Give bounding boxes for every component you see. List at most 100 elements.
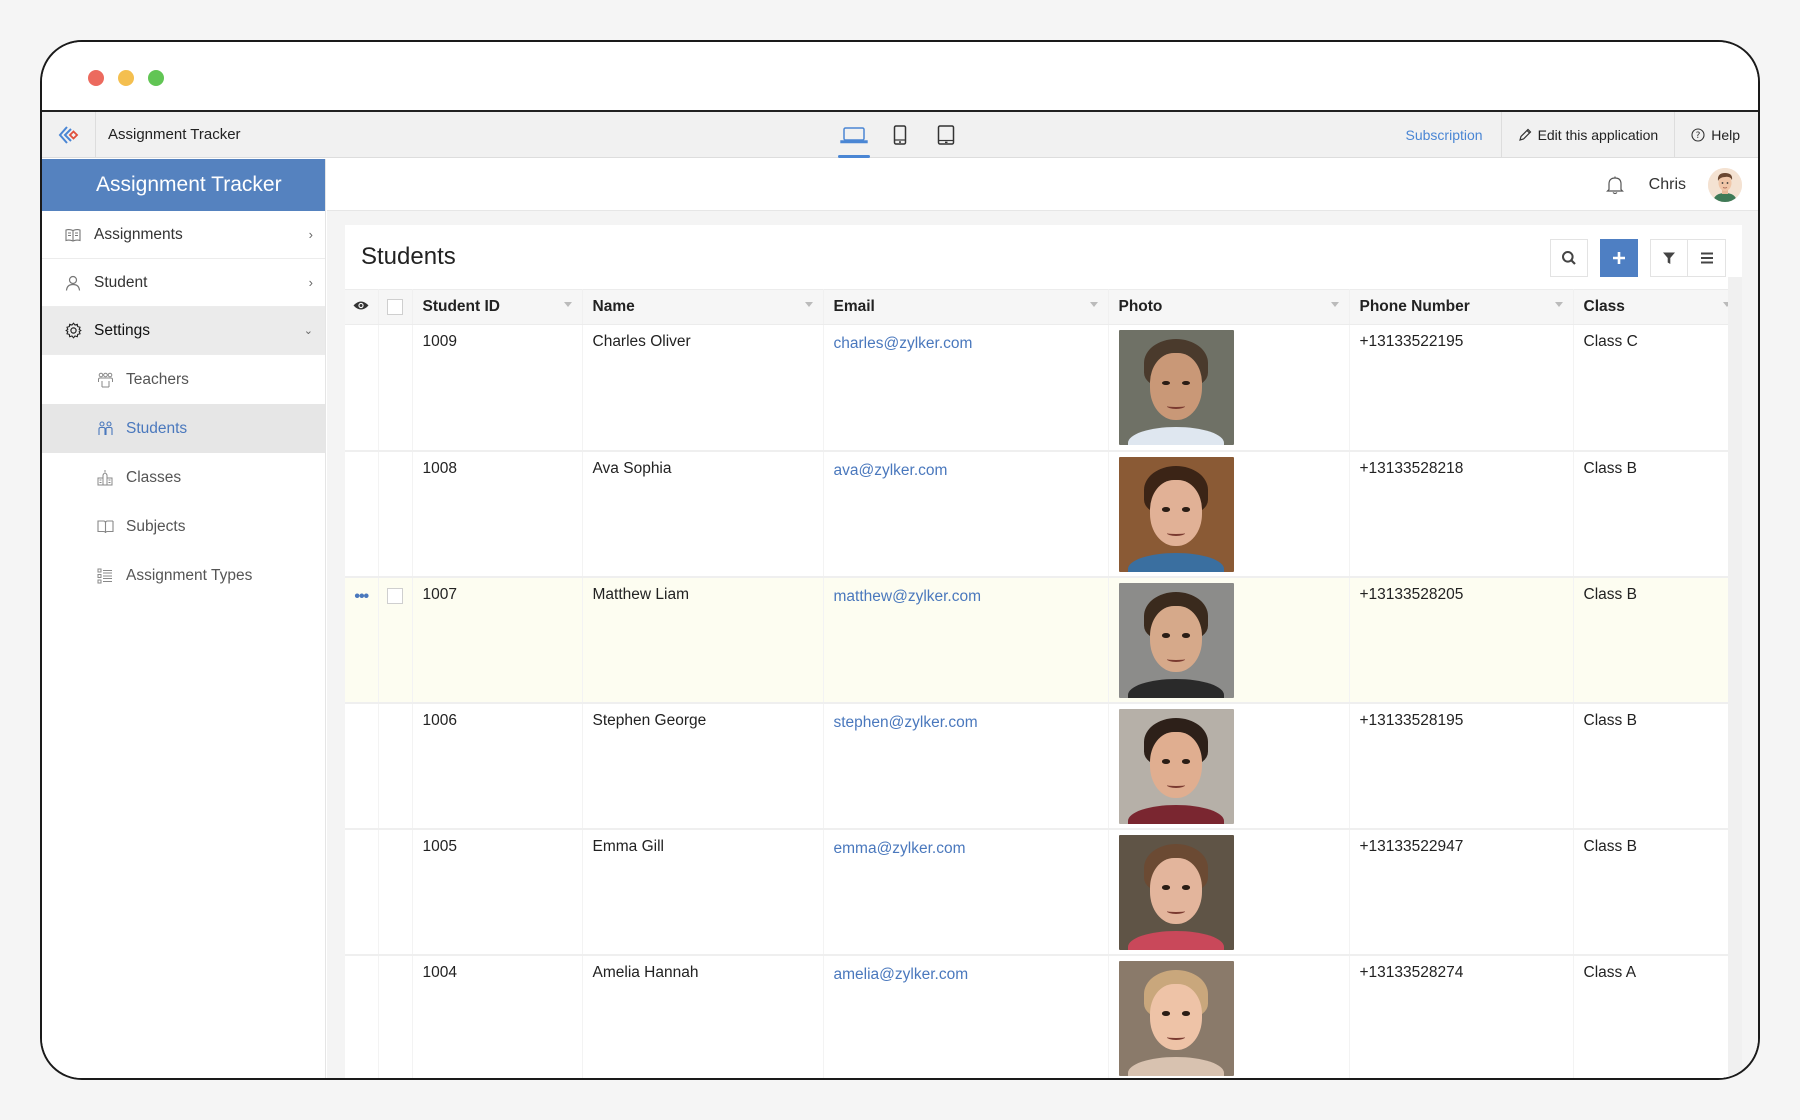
help-circle-icon: ?: [1691, 128, 1705, 142]
sort-dropdown-icon[interactable]: [563, 302, 572, 307]
cell-class: Class B: [1573, 702, 1742, 830]
student-photo[interactable]: [1118, 456, 1234, 572]
email-link[interactable]: amelia@zylker.com: [834, 966, 969, 984]
sidebar-item-assignments[interactable]: Assignments ›: [42, 211, 325, 259]
row-actions-cell: [345, 324, 379, 452]
sidebar-item-label: Subjects: [126, 517, 186, 535]
students-table: Student ID Name Email Photo Phone Number…: [345, 289, 1742, 1078]
sidebar-item-classes[interactable]: Classes: [42, 453, 325, 502]
cell-student-id: 1009: [412, 324, 583, 452]
search-button[interactable]: [1550, 239, 1588, 277]
group-icon: [96, 371, 114, 389]
row-checkbox[interactable]: [387, 588, 403, 605]
report-header: Students: [345, 225, 1742, 289]
filter-button[interactable]: [1650, 239, 1688, 277]
row-select-cell: [378, 576, 413, 704]
user-name: Chris: [1648, 175, 1686, 193]
cell-photo: [1108, 828, 1350, 956]
students-report: Students Student ID Name Email Photo Pho…: [345, 225, 1742, 1078]
tablet-view-button[interactable]: [930, 112, 962, 158]
cell-student-id: 1006: [412, 702, 583, 830]
eye-icon: [353, 301, 369, 310]
mobile-view-button[interactable]: [884, 112, 916, 158]
email-link[interactable]: charles@zylker.com: [834, 335, 973, 353]
column-visibility-header[interactable]: [345, 289, 379, 325]
cell-phone-number: +13133528274: [1349, 954, 1574, 1078]
sidebar: Assignment Tracker Assignments › Student…: [42, 159, 326, 1078]
book-icon: [64, 226, 82, 244]
cell-email: matthew@zylker.com: [823, 576, 1109, 704]
cell-name: Amelia Hannah: [582, 954, 824, 1078]
sidebar-item-teachers[interactable]: Teachers: [42, 355, 325, 404]
email-link[interactable]: ava@zylker.com: [834, 462, 948, 480]
cell-student-id: 1007: [412, 576, 583, 704]
column-header-phone-number[interactable]: Phone Number: [1349, 289, 1574, 325]
add-record-button[interactable]: [1600, 239, 1638, 277]
student-photo[interactable]: [1118, 960, 1234, 1076]
table-row[interactable]: 1006 Stephen George stephen@zylker.com +131…: [345, 702, 1742, 830]
row-select-cell: [378, 702, 413, 830]
search-icon: [1562, 251, 1576, 265]
student-photo[interactable]: [1118, 834, 1234, 950]
column-header-email[interactable]: Email: [823, 289, 1109, 325]
menu-button[interactable]: [1688, 239, 1726, 277]
table-row[interactable]: 1009 Charles Oliver charles@zylker.com +131…: [345, 324, 1742, 452]
column-header-photo[interactable]: Photo: [1108, 289, 1350, 325]
sidebar-item-student[interactable]: Student ›: [42, 259, 325, 307]
sort-dropdown-icon[interactable]: [1089, 302, 1098, 307]
minimize-window-button[interactable]: [118, 70, 134, 86]
more-options-icon[interactable]: •••: [354, 588, 369, 605]
device-preview-switcher: [838, 112, 962, 158]
desktop-view-button[interactable]: [838, 112, 870, 158]
student-photo[interactable]: [1118, 330, 1234, 445]
list-icon: [96, 567, 114, 585]
cell-photo: [1108, 450, 1350, 578]
student-photo[interactable]: [1118, 582, 1234, 698]
app-logo[interactable]: [42, 112, 96, 157]
cell-name: Ava Sophia: [582, 450, 824, 578]
user-avatar[interactable]: [1708, 167, 1742, 202]
edit-application-button[interactable]: Edit this application: [1500, 112, 1675, 158]
email-link[interactable]: stephen@zylker.com: [834, 714, 978, 732]
email-link[interactable]: matthew@zylker.com: [834, 588, 982, 606]
row-select-cell: [378, 954, 413, 1078]
sort-dropdown-icon[interactable]: [804, 302, 813, 307]
cell-name: Charles Oliver: [582, 324, 824, 452]
table-row[interactable]: 1008 Ava Sophia ava@zylker.com +13133528218…: [345, 450, 1742, 578]
maximize-window-button[interactable]: [148, 70, 164, 86]
select-all-checkbox[interactable]: [387, 298, 403, 315]
email-link[interactable]: emma@zylker.com: [834, 840, 966, 858]
app-top-bar: Assignment Tracker Subscription Edit thi…: [42, 112, 1758, 158]
student-photo[interactable]: [1118, 708, 1234, 824]
cell-class: Class B: [1573, 450, 1742, 578]
column-header-name[interactable]: Name: [582, 289, 824, 325]
sidebar-item-label: Teachers: [126, 370, 189, 388]
notifications-bell-icon[interactable]: [1603, 173, 1627, 197]
cell-email: amelia@zylker.com: [823, 954, 1109, 1078]
sidebar-item-students[interactable]: Students: [42, 404, 325, 453]
gear-icon: [64, 322, 82, 340]
sidebar-item-subjects[interactable]: Subjects: [42, 502, 325, 551]
table-row[interactable]: ••• 1007 Matthew Liam matthew@zylker.com +13…: [345, 576, 1742, 704]
cell-student-id: 1005: [412, 828, 583, 956]
user-icon: [64, 274, 82, 292]
sort-dropdown-icon[interactable]: [1554, 302, 1563, 307]
sidebar-item-assignment-types[interactable]: Assignment Types: [42, 551, 325, 600]
sidebar-item-label: Assignments: [94, 225, 183, 243]
row-actions-cell: •••: [345, 576, 379, 704]
sidebar-item-label: Classes: [126, 468, 182, 486]
column-header-class[interactable]: Class: [1573, 289, 1742, 325]
vertical-scrollbar[interactable]: [1728, 277, 1742, 1078]
cell-class: Class C: [1573, 324, 1742, 452]
cell-email: emma@zylker.com: [823, 828, 1109, 956]
sort-dropdown-icon[interactable]: [1330, 302, 1339, 307]
table-row[interactable]: 1004 Amelia Hannah amelia@zylker.com +13133…: [345, 954, 1742, 1078]
cell-phone-number: +13133528218: [1349, 450, 1574, 578]
close-window-button[interactable]: [88, 70, 104, 86]
filter-icon: [1663, 252, 1675, 264]
table-row[interactable]: 1005 Emma Gill emma@zylker.com +13133522947…: [345, 828, 1742, 956]
help-button[interactable]: ? Help: [1674, 112, 1758, 158]
sidebar-item-settings[interactable]: Settings ⌄: [42, 307, 325, 355]
column-header-student-id[interactable]: Student ID: [412, 289, 583, 325]
subscription-link[interactable]: Subscription: [1390, 112, 1501, 158]
